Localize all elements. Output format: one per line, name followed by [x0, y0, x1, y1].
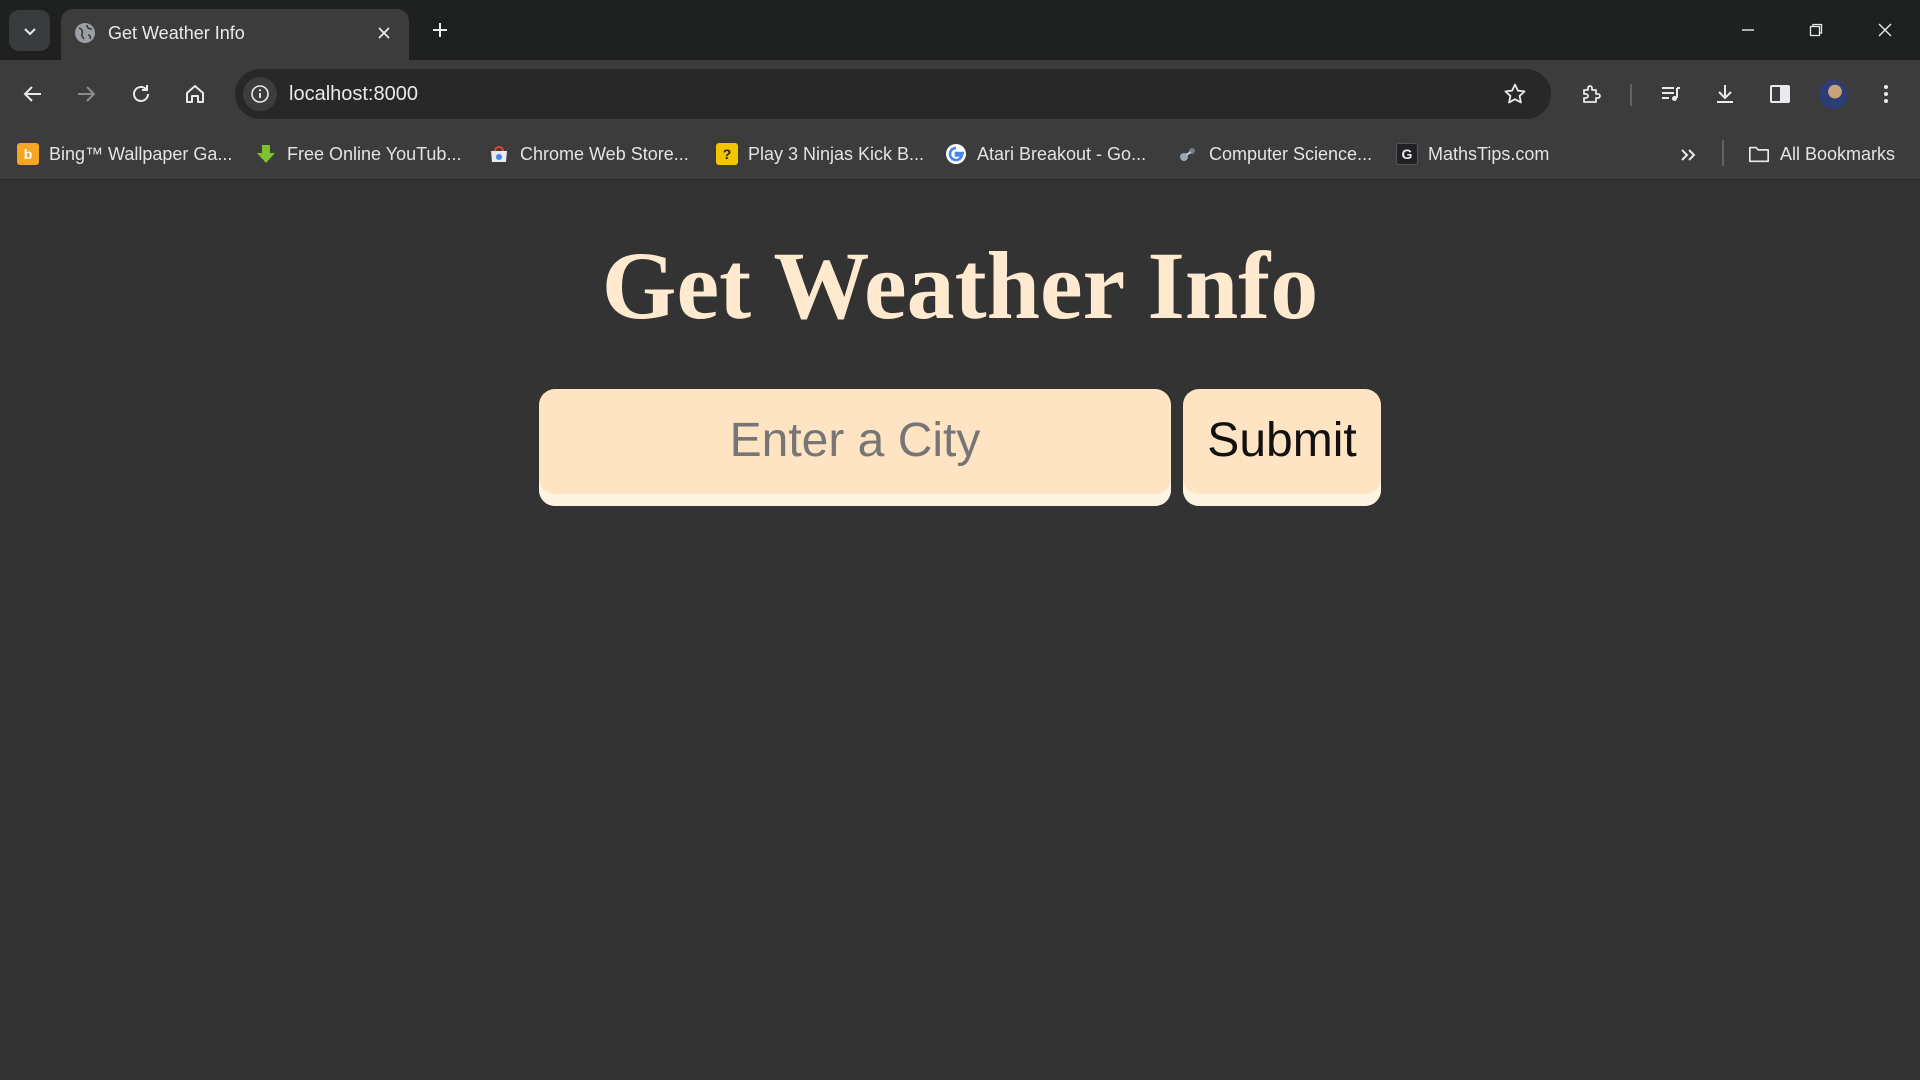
home-icon [184, 83, 206, 105]
all-bookmarks-label: All Bookmarks [1780, 143, 1896, 164]
more-vertical-icon [1882, 82, 1890, 106]
bookmark-item[interactable]: Computer Science... [1177, 138, 1372, 170]
bookmark-item[interactable]: ? Play 3 Ninjas Kick B... [716, 138, 924, 170]
city-input[interactable] [539, 389, 1171, 506]
plus-icon [431, 21, 449, 39]
bookmark-label: Atari Breakout - Go... [977, 143, 1147, 164]
bing-icon: b [17, 143, 39, 165]
reload-icon [130, 83, 152, 105]
tab-strip: Get Weather Info [0, 0, 1920, 60]
profile-avatar[interactable] [1819, 80, 1848, 109]
bookmark-label: Chrome Web Store... [520, 143, 689, 164]
browser-toolbar: localhost:8000 [0, 60, 1920, 128]
restore-button[interactable] [1793, 10, 1839, 50]
page-title: Get Weather Info [601, 232, 1319, 339]
back-button[interactable] [13, 74, 53, 114]
tab-search-button[interactable] [9, 10, 50, 51]
download-arrow-icon [255, 143, 277, 165]
side-panel-icon [1768, 82, 1792, 106]
game-icon: ? [716, 143, 738, 165]
arrow-left-icon [22, 83, 44, 105]
playlist-music-icon [1659, 82, 1683, 106]
chevron-down-icon [22, 23, 38, 39]
bookmark-label: Computer Science... [1209, 143, 1373, 164]
bookmark-label: Free Online YouTub... [287, 143, 462, 164]
bookmark-item[interactable]: G MathsTips.com [1396, 138, 1549, 170]
reload-button[interactable] [121, 74, 161, 114]
puzzle-icon [1580, 82, 1604, 106]
downloads-button[interactable] [1705, 74, 1745, 114]
all-bookmarks-button[interactable]: All Bookmarks [1748, 138, 1895, 170]
bookmark-label: MathsTips.com [1428, 143, 1550, 164]
bookmark-label: Play 3 Ninjas Kick B... [748, 143, 925, 164]
bookmark-item[interactable]: Chrome Web Store... [488, 138, 689, 170]
globe-icon [73, 21, 97, 45]
tab-title: Get Weather Info [108, 23, 245, 43]
minimize-button[interactable] [1725, 10, 1771, 50]
toolbar-divider [1630, 84, 1632, 106]
site-info-icon[interactable] [243, 77, 277, 111]
bookmark-item[interactable]: Atari Breakout - Go... [945, 138, 1146, 170]
double-chevron-right-icon [1679, 146, 1697, 164]
g-letter-icon: G [1396, 143, 1418, 165]
bookmarks-bar: b Bing™ Wallpaper Ga... Free Online YouT… [0, 128, 1920, 180]
circuit-icon [1177, 143, 1199, 165]
side-panel-button[interactable] [1760, 74, 1800, 114]
address-bar[interactable]: localhost:8000 [235, 69, 1551, 119]
folder-icon [1748, 143, 1770, 165]
home-button[interactable] [175, 74, 215, 114]
extensions-button[interactable] [1572, 74, 1612, 114]
bookmark-star-icon[interactable] [1499, 78, 1531, 110]
bookmark-item[interactable]: b Bing™ Wallpaper Ga... [17, 138, 232, 170]
bookmarks-overflow-button[interactable] [1673, 140, 1703, 170]
download-icon [1713, 82, 1737, 106]
close-window-button[interactable] [1862, 10, 1908, 50]
arrow-right-icon [75, 83, 97, 105]
bookmark-item[interactable]: Free Online YouTub... [255, 138, 461, 170]
restore-icon [1808, 22, 1824, 38]
forward-button[interactable] [66, 74, 106, 114]
new-tab-button[interactable] [424, 14, 456, 46]
bookmark-label: Bing™ Wallpaper Ga... [49, 143, 233, 164]
menu-button[interactable] [1866, 74, 1906, 114]
minimize-icon [1740, 22, 1756, 38]
google-icon [945, 143, 967, 165]
browser-tab[interactable]: Get Weather Info [61, 9, 409, 60]
url-text[interactable]: localhost:8000 [289, 82, 418, 106]
bookmarks-divider [1722, 140, 1724, 166]
close-tab-icon[interactable] [370, 19, 398, 47]
web-store-icon [488, 143, 510, 165]
media-controls-button[interactable] [1651, 74, 1691, 114]
close-icon [1877, 22, 1893, 38]
submit-button[interactable]: Submit [1183, 389, 1381, 506]
page-content: Get Weather Info Submit [0, 181, 1920, 1080]
